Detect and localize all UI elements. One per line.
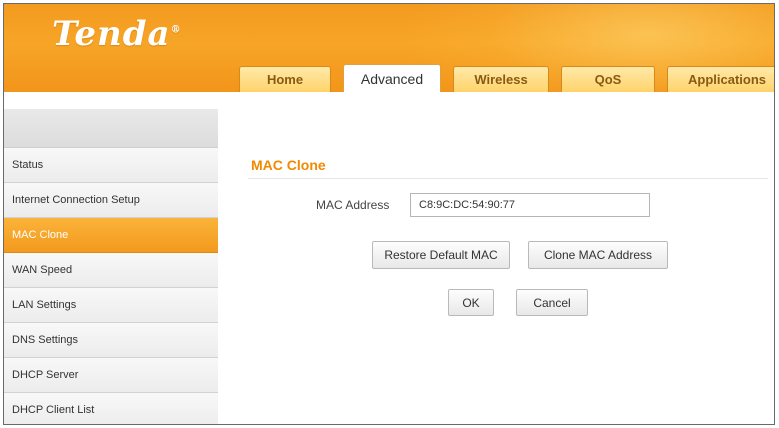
tab-label: QoS [594, 72, 622, 87]
sidebar-item-mac-clone[interactable]: MAC Clone [4, 218, 218, 253]
registered-mark: ® [170, 24, 182, 36]
sidebar-item-label: LAN Settings [12, 299, 77, 311]
logo-text: Tenda [52, 14, 171, 54]
sidebar-item-dhcp-server[interactable]: DHCP Server [4, 358, 218, 393]
header-banner: Tenda® Home Advanced Wireless QoS Applic… [4, 4, 774, 92]
router-admin-window: Tenda® Home Advanced Wireless QoS Applic… [3, 3, 775, 425]
tab-label: Advanced [360, 70, 424, 87]
tenda-logo: Tenda® [52, 14, 182, 54]
sidebar-item-lan-settings[interactable]: LAN Settings [4, 288, 218, 323]
tab-label: Wireless [474, 72, 528, 87]
tab-advanced[interactable]: Advanced [343, 64, 441, 92]
sidebar-item-internet-connection-setup[interactable]: Internet Connection Setup [4, 183, 218, 218]
section-title: MAC Clone [251, 157, 326, 173]
mac-address-input[interactable] [410, 193, 650, 217]
sidebar-item-dns-settings[interactable]: DNS Settings [4, 323, 218, 358]
sidebar-item-label: MAC Clone [12, 229, 69, 241]
cancel-button[interactable]: Cancel [516, 289, 588, 316]
top-nav-tabs: Home Advanced Wireless QoS Applications [239, 64, 774, 92]
ok-button[interactable]: OK [448, 289, 494, 316]
sidebar-header [4, 109, 218, 148]
tab-label: Applications [687, 72, 766, 87]
restore-default-mac-button[interactable]: Restore Default MAC [372, 241, 510, 269]
sidebar-item-status[interactable]: Status [4, 148, 218, 183]
main-content: MAC Clone MAC Address Restore Default MA… [226, 117, 774, 424]
sidebar-item-label: DNS Settings [12, 334, 79, 346]
clone-mac-address-button[interactable]: Clone MAC Address [528, 241, 668, 269]
sidebar-item-label: Internet Connection Setup [12, 194, 140, 206]
sidebar-item-dhcp-client-list[interactable]: DHCP Client List [4, 393, 218, 424]
tab-home[interactable]: Home [239, 66, 331, 92]
mac-address-label: MAC Address [316, 198, 390, 212]
sidebar-item-label: DHCP Client List [12, 404, 95, 416]
sidebar-item-label: DHCP Server [12, 369, 79, 381]
tab-label: Home [266, 72, 304, 87]
tab-wireless[interactable]: Wireless [453, 66, 549, 92]
sidebar: Status Internet Connection Setup MAC Clo… [4, 109, 218, 424]
section-divider [248, 178, 768, 179]
sidebar-item-label: WAN Speed [12, 264, 73, 276]
tab-qos[interactable]: QoS [561, 66, 655, 92]
sidebar-item-wan-speed[interactable]: WAN Speed [4, 253, 218, 288]
sidebar-item-label: Status [12, 159, 44, 171]
tab-applications[interactable]: Applications [667, 66, 774, 92]
